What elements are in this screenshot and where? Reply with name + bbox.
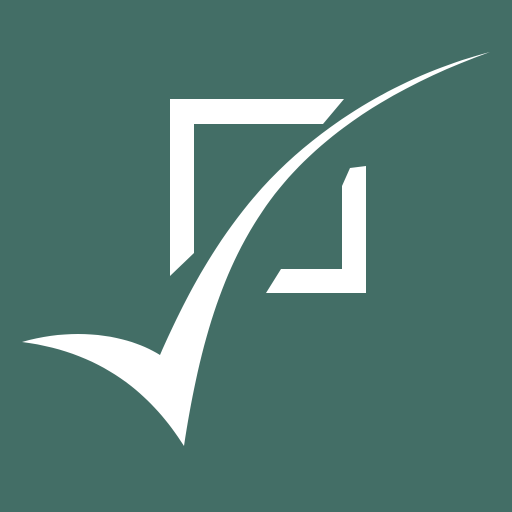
checkbox-checkmark-icon xyxy=(0,0,512,512)
app-icon-tile xyxy=(0,0,512,512)
icon-background xyxy=(0,0,512,512)
